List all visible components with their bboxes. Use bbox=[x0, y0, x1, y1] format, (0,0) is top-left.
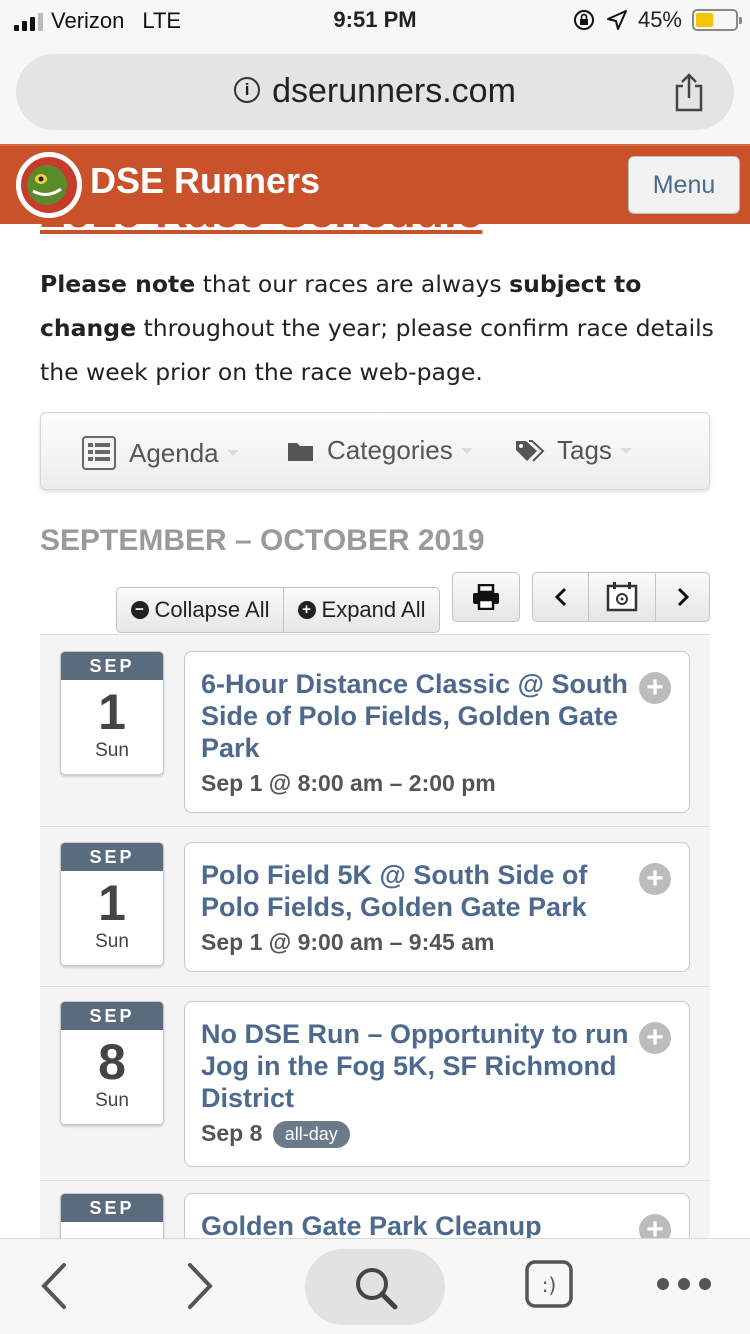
status-bar: Verizon LTE 9:51 PM 45% bbox=[0, 0, 750, 42]
note-text-mid: that our races are always bbox=[195, 270, 510, 298]
expand-event-icon[interactable]: + bbox=[639, 672, 671, 704]
printer-icon bbox=[473, 584, 499, 610]
event-time: Sep 8 all-day bbox=[201, 1120, 649, 1149]
back-icon[interactable] bbox=[38, 1261, 70, 1311]
plus-circle-icon: + bbox=[297, 601, 316, 619]
browser-toolbar: i dserunners.com bbox=[0, 42, 750, 144]
expand-event-icon[interactable]: + bbox=[639, 863, 671, 895]
event-weekday: Sun bbox=[95, 931, 129, 952]
event-row: SEP 8 Sun No DSE Run – Opportunity to ru… bbox=[40, 986, 710, 1180]
event-title[interactable]: Golden Gate Park Cleanup bbox=[201, 1210, 649, 1238]
categories-label: Categories bbox=[327, 435, 453, 465]
categories-dropdown[interactable]: Categories bbox=[287, 435, 473, 466]
chevron-down-icon bbox=[460, 447, 473, 454]
event-time: Sep 1 @ 9:00 am – 9:45 am bbox=[201, 929, 495, 955]
agenda-label: Agenda bbox=[129, 437, 219, 468]
expand-event-icon[interactable]: + bbox=[639, 1214, 671, 1238]
date-badge: SEP 1 Sun bbox=[60, 651, 164, 775]
event-month: SEP bbox=[61, 843, 163, 871]
chevron-down-icon bbox=[619, 447, 632, 454]
chevron-left-icon bbox=[554, 587, 566, 607]
all-day-badge: all-day bbox=[272, 1121, 350, 1149]
event-title[interactable]: 6-Hour Distance Classic @ South Side of … bbox=[201, 668, 649, 764]
site-title[interactable]: DSE Runners bbox=[90, 160, 320, 202]
today-button[interactable] bbox=[588, 572, 656, 622]
event-day: 1 bbox=[98, 875, 126, 931]
event-row: SEP Golden Gate Park Cleanup + bbox=[40, 1180, 710, 1238]
event-date: Sep 8 bbox=[201, 1120, 263, 1146]
event-row: SEP 1 Sun Polo Field 5K @ South Side of … bbox=[40, 826, 710, 986]
note-text-end: throughout the year; please confirm race… bbox=[40, 314, 714, 386]
note-bold-please: Please note bbox=[40, 270, 196, 298]
chevron-down-icon bbox=[226, 450, 239, 456]
event-title[interactable]: Polo Field 5K @ South Side of Polo Field… bbox=[201, 859, 649, 923]
expand-all-label: Expand All bbox=[321, 597, 426, 622]
extension-icon[interactable]: :) bbox=[524, 1259, 574, 1309]
event-time: Sep 1 @ 8:00 am – 2:00 pm bbox=[201, 770, 496, 796]
date-range-title: SEPTEMBER – OCTOBER 2019 bbox=[40, 524, 485, 557]
event-card[interactable]: Polo Field 5K @ South Side of Polo Field… bbox=[184, 842, 690, 972]
next-button[interactable] bbox=[655, 572, 710, 622]
event-weekday: Sun bbox=[95, 1090, 129, 1111]
battery-icon bbox=[692, 9, 742, 31]
event-day: 8 bbox=[98, 1034, 126, 1090]
address-bar[interactable]: i dserunners.com bbox=[16, 54, 734, 130]
main-content: 2019 Race Schedule Please note that our … bbox=[0, 224, 750, 1238]
tags-dropdown[interactable]: Tags bbox=[515, 435, 632, 466]
forward-icon[interactable] bbox=[184, 1261, 216, 1311]
chevron-right-icon bbox=[677, 587, 689, 607]
event-title[interactable]: No DSE Run – Opportunity to run Jog in t… bbox=[201, 1018, 649, 1114]
tags-label: Tags bbox=[557, 435, 612, 465]
browser-bottom-toolbar: :) bbox=[0, 1238, 750, 1334]
more-icon[interactable] bbox=[656, 1277, 712, 1291]
share-icon[interactable] bbox=[672, 72, 706, 112]
expand-all-button[interactable]: + Expand All bbox=[283, 587, 440, 633]
orientation-lock-icon bbox=[573, 10, 594, 30]
page-title[interactable]: 2019 Race Schedule bbox=[40, 224, 482, 238]
event-month: SEP bbox=[61, 1002, 163, 1030]
event-month: SEP bbox=[61, 652, 163, 680]
event-month: SEP bbox=[61, 1194, 163, 1222]
battery-percent: 45% bbox=[637, 7, 682, 32]
expand-event-icon[interactable]: + bbox=[639, 1022, 671, 1054]
event-row: SEP 1 Sun 6-Hour Distance Classic @ Sout… bbox=[40, 634, 710, 826]
location-icon bbox=[606, 10, 627, 30]
folder-icon bbox=[288, 442, 313, 461]
svg-text::): :) bbox=[542, 1273, 557, 1297]
url-text: dserunners.com bbox=[272, 72, 516, 110]
previous-button[interactable] bbox=[532, 572, 589, 622]
date-badge: SEP 1 Sun bbox=[60, 842, 164, 966]
collapse-all-button[interactable]: − Collapse All bbox=[116, 587, 284, 633]
date-badge: SEP 8 Sun bbox=[60, 1001, 164, 1125]
minus-circle-icon: − bbox=[130, 601, 149, 619]
event-day: 1 bbox=[98, 684, 126, 740]
site-logo[interactable] bbox=[16, 152, 82, 218]
print-button[interactable] bbox=[452, 572, 520, 622]
event-card[interactable]: Golden Gate Park Cleanup + bbox=[184, 1193, 690, 1238]
menu-button[interactable]: Menu bbox=[628, 156, 740, 214]
info-icon[interactable]: i bbox=[234, 77, 261, 104]
event-card[interactable]: No DSE Run – Opportunity to run Jog in t… bbox=[184, 1001, 690, 1167]
agenda-dropdown[interactable]: Agenda bbox=[81, 435, 239, 471]
search-button[interactable] bbox=[305, 1249, 445, 1325]
event-card[interactable]: 6-Hour Distance Classic @ South Side of … bbox=[184, 651, 690, 813]
site-header: DSE Runners Menu bbox=[0, 144, 750, 224]
event-weekday: Sun bbox=[95, 740, 129, 761]
collapse-all-label: Collapse All bbox=[154, 597, 270, 622]
schedule-note: Please note that our races are always su… bbox=[40, 262, 720, 394]
calendar-today-icon bbox=[606, 582, 638, 612]
filter-bar: Agenda Categories Tags bbox=[40, 412, 710, 490]
tag-icon bbox=[516, 439, 545, 462]
search-icon bbox=[356, 1268, 398, 1310]
agenda-icon bbox=[82, 436, 116, 470]
date-badge: SEP bbox=[60, 1193, 164, 1238]
